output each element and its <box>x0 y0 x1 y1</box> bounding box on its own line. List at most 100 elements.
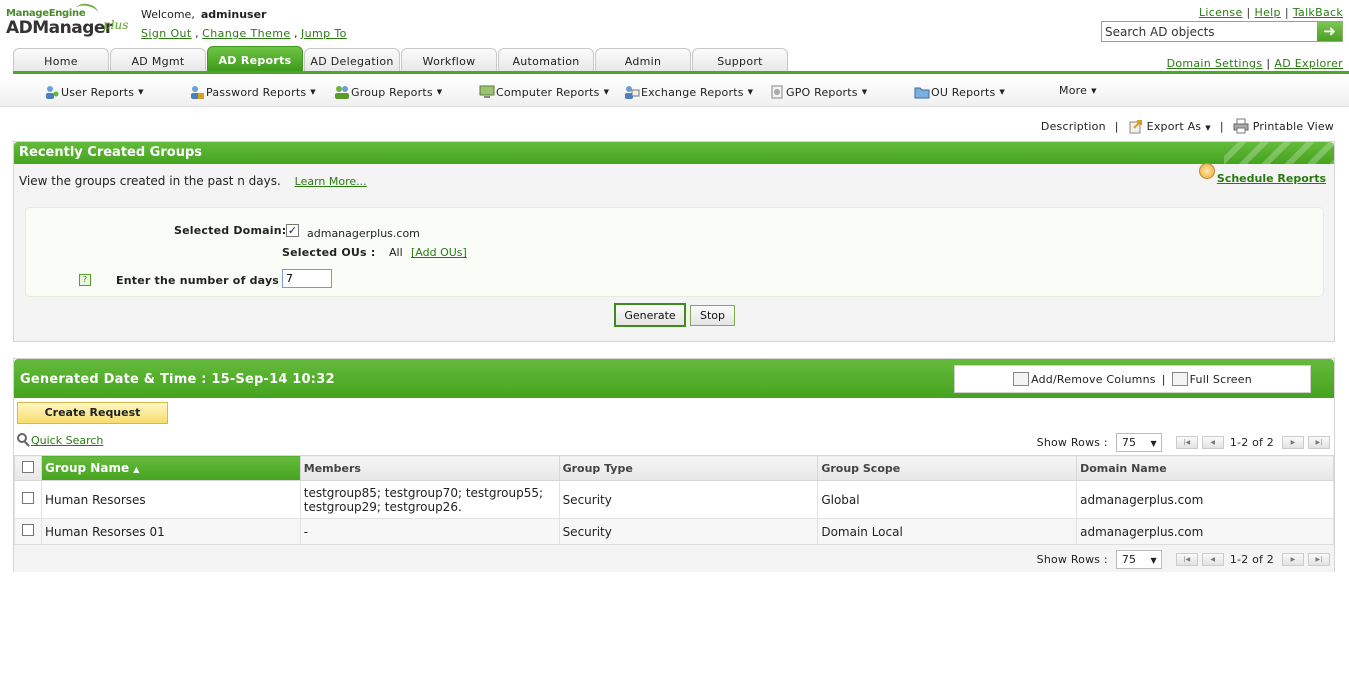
create-request-button[interactable]: Create Request <box>17 402 168 424</box>
search-go-button[interactable]: ➜ <box>1317 22 1342 41</box>
col-group-name[interactable]: Group Name ▲ <box>40 455 301 481</box>
next-page-button[interactable]: ▶ <box>1282 436 1304 449</box>
jump-to-link[interactable]: Jump To <box>301 27 347 40</box>
column-tools: Add/Remove Columns | Full Screen <box>954 365 1311 393</box>
quick-search-link[interactable]: Quick Search <box>31 434 103 447</box>
selected-domain-label: Selected Domain: <box>174 224 287 237</box>
tab-automation[interactable]: Automation <box>498 48 594 71</box>
gpo-icon <box>771 85 783 99</box>
menu-ou-reports[interactable]: OU Reports ▼ <box>914 84 1005 100</box>
schedule-reports[interactable]: Schedule Reports <box>1198 163 1326 185</box>
col-domain-name[interactable]: Domain Name <box>1076 455 1334 481</box>
rows-per-page-select[interactable]: 75 ▼ <box>1115 433 1162 452</box>
domain-settings-link[interactable]: Domain Settings <box>1167 57 1263 70</box>
rows-per-page-select[interactable]: 75 ▼ <box>1115 550 1162 569</box>
col-group-scope[interactable]: Group Scope <box>817 455 1078 481</box>
menu-label: User Reports <box>61 85 135 99</box>
help-link[interactable]: Help <box>1255 6 1281 19</box>
talkback-link[interactable]: TalkBack <box>1293 6 1343 19</box>
report-description: View the groups created in the past n da… <box>19 174 367 188</box>
username: adminuser <box>200 8 267 21</box>
cell-group-type: Security <box>558 480 819 519</box>
tab-workflow[interactable]: Workflow <box>401 48 497 71</box>
printer-icon <box>1233 118 1249 134</box>
first-page-button[interactable]: |◀ <box>1175 553 1198 566</box>
cell-group-scope: Domain Local <box>817 518 1078 545</box>
cell-group-type: Security <box>558 518 819 545</box>
domain-checkbox[interactable]: ✓ <box>286 224 299 237</box>
col-members[interactable]: Members <box>299 455 560 481</box>
sign-out-link[interactable]: Sign Out <box>141 27 192 40</box>
clock-icon <box>1198 163 1215 179</box>
report-title-bar: Recently Created Groups <box>14 142 1334 164</box>
check-icon: ✓ <box>287 224 298 237</box>
tab-support[interactable]: Support <box>692 48 788 71</box>
row-checkbox[interactable] <box>22 492 34 504</box>
ad-explorer-link[interactable]: AD Explorer <box>1274 57 1343 70</box>
search-box: ➜ <box>1101 21 1343 42</box>
full-screen-icon <box>1171 372 1188 386</box>
quick-search[interactable]: Quick Search <box>17 432 103 447</box>
learn-more-link[interactable]: Learn More... <box>295 175 367 188</box>
menu-user-reports[interactable]: User Reports ▼ <box>44 84 144 100</box>
cell-group-scope: Global <box>817 480 1078 519</box>
page-info: 1-2 of 2 <box>1229 553 1274 566</box>
tab-ad-delegation[interactable]: AD Delegation <box>304 48 400 71</box>
menu-computer-reports[interactable]: Computer Reports ▼ <box>479 84 609 100</box>
sort-asc-icon: ▲ <box>133 465 140 474</box>
results-panel: Generated Date & Time : 15-Sep-14 10:32 … <box>13 358 1335 572</box>
first-page-button[interactable]: |◀ <box>1175 436 1198 449</box>
cell-domain: admanagerplus.com <box>1076 480 1334 519</box>
change-theme-link[interactable]: Change Theme <box>202 27 290 40</box>
main-tabs: Home AD Mgmt AD Reports AD Delegation Wo… <box>13 46 789 71</box>
last-page-button[interactable]: ▶| <box>1308 553 1330 566</box>
add-remove-columns-link[interactable]: Add/Remove Columns <box>1031 373 1156 386</box>
select-all-checkbox[interactable] <box>22 460 34 473</box>
tab-ad-reports[interactable]: AD Reports <box>207 46 303 71</box>
row-checkbox[interactable] <box>22 524 34 536</box>
search-input[interactable] <box>1102 22 1318 41</box>
select-all-cell <box>14 455 42 481</box>
menu-password-reports[interactable]: Password Reports ▼ <box>189 84 316 100</box>
admanager-logo: ManageEngine ADManager plus <box>6 1 136 44</box>
description-text: View the groups created in the past n da… <box>19 174 281 188</box>
tab-ad-mgmt[interactable]: AD Mgmt <box>110 48 206 71</box>
next-page-button[interactable]: ▶ <box>1282 553 1304 566</box>
rows-value: 75 <box>1121 553 1137 566</box>
last-page-button[interactable]: ▶| <box>1308 436 1330 449</box>
menu-more[interactable]: More ▼ <box>1059 84 1097 97</box>
schedule-reports-link[interactable]: Schedule Reports <box>1217 172 1326 185</box>
members-line: testgroup85; testgroup70; testgroup55; <box>303 485 544 500</box>
full-screen-link[interactable]: Full Screen <box>1190 373 1252 386</box>
menu-gpo-reports[interactable]: GPO Reports ▼ <box>769 84 867 100</box>
export-as-menu[interactable]: Export As ▼ <box>1147 120 1211 133</box>
generate-button[interactable]: Generate <box>614 303 686 327</box>
printable-view-link[interactable]: Printable View <box>1253 120 1334 133</box>
menu-label: Computer Reports <box>496 85 600 99</box>
days-input[interactable] <box>282 269 332 288</box>
prev-page-button[interactable]: ◀ <box>1201 436 1224 449</box>
menu-label: GPO Reports <box>786 85 858 99</box>
menu-exchange-reports[interactable]: Exchange Reports ▼ <box>624 84 753 100</box>
menu-group-reports[interactable]: Group Reports ▼ <box>334 84 442 100</box>
menu-label: Password Reports <box>206 85 307 99</box>
top-right-links: License | Help | TalkBack <box>1198 6 1343 19</box>
license-link[interactable]: License <box>1199 6 1243 19</box>
help-icon[interactable]: ? <box>79 274 91 286</box>
cell-members: testgroup85; testgroup70; testgroup55; te… <box>299 480 560 519</box>
report-actions: Description | Export As ▼ | Printable Vie… <box>1040 118 1334 134</box>
results-header: Generated Date & Time : 15-Sep-14 10:32 … <box>14 359 1334 398</box>
col-group-type[interactable]: Group Type <box>558 455 819 481</box>
pager-bottom: Show Rows : 75 ▼ |◀ ◀ 1-2 of 2 ▶ ▶| <box>1037 550 1330 569</box>
tab-home[interactable]: Home <box>13 48 109 71</box>
description-link[interactable]: Description <box>1041 120 1106 133</box>
prev-page-button[interactable]: ◀ <box>1201 553 1224 566</box>
table-header-row: Group Name ▲ Members Group Type Group Sc… <box>14 455 1334 481</box>
welcome-label: Welcome, <box>141 8 195 21</box>
tab-admin[interactable]: Admin <box>595 48 691 71</box>
arrow-right-icon: ➜ <box>1323 22 1336 40</box>
ou-folder-icon <box>914 87 930 99</box>
stop-button[interactable]: Stop <box>690 305 735 326</box>
chevron-down-icon: ▼ <box>1150 439 1157 448</box>
add-ous-link[interactable]: [Add OUs] <box>411 246 467 259</box>
